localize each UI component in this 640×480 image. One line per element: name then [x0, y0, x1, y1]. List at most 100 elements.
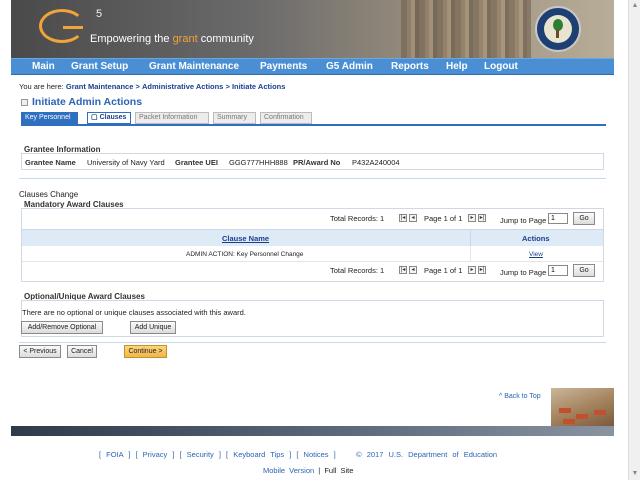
full-site-label: Full Site: [324, 466, 354, 475]
tagline-post: community: [200, 33, 254, 45]
total-records-count: 1: [380, 266, 385, 275]
grantee-name-value: University of Navy Yard: [87, 158, 165, 167]
total-records-label: Total Records:: [330, 266, 378, 275]
tab-key-personnel[interactable]: Key Personnel: [21, 112, 78, 124]
seal-inner: [544, 15, 572, 43]
footer-site-switch: Mobile Version | Full Site: [263, 466, 353, 475]
breadcrumb-initiate-actions[interactable]: Initiate Actions: [232, 82, 285, 91]
view-clause-link[interactable]: View: [529, 251, 543, 258]
nav-g5-admin[interactable]: G5 Admin: [326, 61, 373, 72]
page-icon: [21, 98, 28, 106]
section-divider: [19, 342, 606, 343]
g5-logo-bar: [63, 26, 83, 29]
nav-reports[interactable]: Reports: [391, 61, 429, 72]
clauses-grid-header: [22, 229, 603, 246]
nav-payments[interactable]: Payments: [260, 61, 307, 72]
tab-confirmation[interactable]: Confirmation: [260, 112, 312, 124]
page-of-top: Page 1 of 1: [424, 214, 463, 223]
last-page-button[interactable]: ▸|: [478, 214, 486, 222]
breadcrumb-sep: >: [135, 82, 140, 91]
footer-copyright: © 2017 U.S. Department of Education: [356, 450, 498, 459]
prev-page-button[interactable]: ◂: [409, 214, 417, 222]
total-records-label-bottom: Total Records: 1: [330, 266, 384, 275]
total-records-count: 1: [380, 214, 385, 223]
jump-page-input-bottom[interactable]: [548, 265, 568, 276]
footer-separator: |: [318, 466, 321, 475]
scroll-down-icon[interactable]: ▼: [631, 470, 639, 478]
breadcrumb: You are here: Grant Maintenance > Admini…: [19, 82, 285, 91]
actions-column-header: Actions: [522, 234, 550, 243]
breadcrumb-prefix: You are here:: [19, 82, 64, 91]
first-page-button[interactable]: |◂: [399, 214, 407, 222]
tree-trunk: [556, 30, 559, 38]
jump-page-input[interactable]: [548, 213, 568, 224]
go-button-top[interactable]: Go: [573, 212, 595, 225]
vertical-scrollbar[interactable]: ▲ ▼: [628, 0, 640, 480]
tab-packet-information[interactable]: Packet Information: [135, 112, 209, 124]
page-title-text: Initiate Admin Actions: [32, 96, 143, 108]
nav-grant-setup[interactable]: Grant Setup: [71, 61, 128, 72]
main-nav: Main Grant Setup Grant Maintenance Payme…: [11, 58, 614, 75]
tab-clauses[interactable]: ▢ Clauses: [87, 112, 131, 124]
clauses-change-label: Clauses Change: [19, 190, 79, 199]
first-page-button-bottom[interactable]: |◂: [399, 266, 407, 274]
back-to-top-link[interactable]: ^ Back to Top: [499, 393, 541, 400]
grantee-name-label: Grantee Name: [25, 158, 76, 167]
g5-logo-sup: 5: [96, 8, 103, 20]
breadcrumb-administrative-actions[interactable]: Administrative Actions: [142, 82, 223, 91]
desk-shape: [559, 408, 571, 413]
footer-links: [ FOIA ] [ Privacy ] [ Security ] [ Keyb…: [99, 450, 497, 459]
total-records-label: Total Records:: [330, 214, 378, 223]
column-divider: [470, 246, 471, 262]
breadcrumb-sep: >: [225, 82, 230, 91]
page-of-bottom: Page 1 of 1: [424, 266, 463, 275]
total-records-label-top: Total Records: 1: [330, 214, 384, 223]
clause-name-column-header[interactable]: Clause Name: [222, 234, 269, 243]
site-tagline: Empowering the grant community: [90, 33, 254, 45]
jump-to-page-label-bottom: Jump to Page: [500, 268, 547, 277]
footer-band: [11, 426, 614, 436]
footer-policy-links[interactable]: [ FOIA ] [ Privacy ] [ Security ] [ Keyb…: [99, 450, 336, 459]
desk-shape: [594, 410, 606, 415]
grantee-uei-label: Grantee UEI: [175, 158, 218, 167]
optional-clauses-empty-message: There are no optional or unique clauses …: [22, 308, 246, 317]
jump-to-page-label: Jump to Page: [500, 216, 547, 225]
bookshelf-photo: [401, 0, 531, 58]
nav-main[interactable]: Main: [32, 61, 55, 72]
department-seal-icon: [535, 6, 581, 52]
tagline-pre: Empowering the: [90, 33, 170, 45]
nav-grant-maintenance[interactable]: Grant Maintenance: [149, 61, 239, 72]
next-page-button-bottom[interactable]: ▸: [468, 266, 476, 274]
add-unique-button[interactable]: Add Unique: [130, 321, 176, 334]
add-remove-optional-button[interactable]: Add/Remove Optional: [21, 321, 103, 334]
clause-name-cell: ADMIN ACTION: Key Personnel Change: [186, 251, 304, 258]
site-banner: 5 Empowering the grant community: [11, 0, 614, 58]
nav-logout[interactable]: Logout: [484, 61, 518, 72]
table-row: [22, 246, 603, 262]
tab-summary[interactable]: Summary: [213, 112, 256, 124]
grantee-uei-value: GGG777HHH888: [229, 158, 288, 167]
next-page-button[interactable]: ▸: [468, 214, 476, 222]
award-no-value: P432A240004: [352, 158, 400, 167]
scroll-up-icon[interactable]: ▲: [631, 2, 639, 10]
mobile-version-link[interactable]: Mobile Version: [263, 466, 314, 475]
browser-viewport: 5 Empowering the grant community Main Gr…: [11, 0, 614, 480]
desk-shape: [563, 419, 575, 424]
desk-shape: [576, 414, 588, 419]
classroom-photo: [551, 388, 614, 426]
cancel-button[interactable]: Cancel: [67, 345, 97, 358]
nav-help[interactable]: Help: [446, 61, 468, 72]
prev-page-button-bottom[interactable]: ◂: [409, 266, 417, 274]
page-title: Initiate Admin Actions: [21, 96, 142, 108]
section-divider: [19, 178, 606, 179]
award-no-label: PR/Award No: [293, 158, 341, 167]
go-button-bottom[interactable]: Go: [573, 264, 595, 277]
continue-button[interactable]: Continue >: [124, 345, 167, 358]
last-page-button-bottom[interactable]: ▸|: [478, 266, 486, 274]
column-divider: [470, 229, 471, 246]
tagline-grant: grant: [172, 33, 198, 45]
previous-button[interactable]: < Previous: [19, 345, 61, 358]
breadcrumb-grant-maintenance[interactable]: Grant Maintenance: [66, 82, 134, 91]
tab-underline: [21, 124, 606, 126]
optional-clauses-box: [21, 300, 604, 337]
